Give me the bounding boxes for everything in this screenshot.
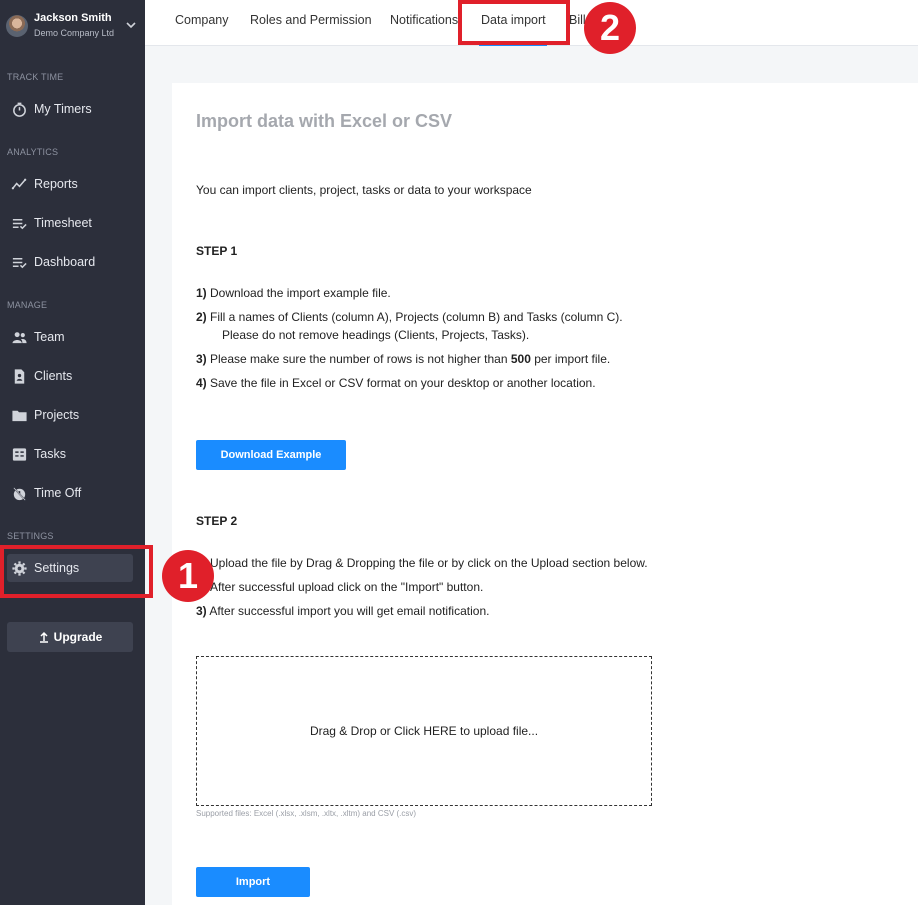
import-button[interactable]: Import [196,867,310,897]
step1-line-3: 3) Please make sure the number of rows i… [196,352,611,366]
upload-dropzone[interactable]: Drag & Drop or Click HERE to upload file… [196,656,652,806]
user-name: Jackson Smith [34,12,112,24]
section-manage: MANAGE [7,300,48,310]
download-example-button[interactable]: Download Example [196,440,346,470]
sidebar-item-label: Tasks [34,447,66,461]
stopwatch-icon [13,102,26,117]
user-company: Demo Company Ltd [34,28,115,38]
annotation-marker-1: 1 [162,550,214,602]
dropzone-text: Drag & Drop or Click HERE to upload file… [309,724,539,738]
step2-line-3: 3) After successful import you will get … [196,604,490,618]
tab-company[interactable]: Company [175,13,229,27]
avatar [6,15,28,37]
page-title: Import data with Excel or CSV [196,111,453,131]
list-check-icon [12,218,27,229]
chevron-down-icon[interactable] [124,18,138,32]
sidebar-item-label: Team [34,330,65,344]
sidebar-item-label: Time Off [34,486,82,500]
sidebar-item-label: Clients [34,369,73,383]
sidebar: Jackson Smith Demo Company Ltd TRACK TIM… [0,0,145,905]
step1-line-1: 1) Download the import example file. [196,286,391,300]
sidebar-item-label: Reports [34,177,78,191]
sidebar-item-my-timers[interactable]: My Timers [7,95,133,123]
tab-roles-and-permission[interactable]: Roles and Permission [250,13,372,27]
people-icon [12,331,27,343]
contact-card-icon [14,368,25,384]
upload-arrow-icon [39,631,48,643]
section-settings: SETTINGS [7,531,54,541]
step1-line-2: 2) Fill a names of Clients (column A), P… [196,310,623,324]
section-analytics: ANALYTICS [7,147,59,157]
list-check-icon [12,257,27,268]
import-card: Import data with Excel or CSV You can im… [172,83,918,905]
sidebar-item-tasks[interactable]: Tasks [7,440,133,468]
sidebar-item-time-off[interactable]: Time Off [7,479,133,507]
sidebar-item-timesheet[interactable]: Timesheet [7,209,133,237]
sidebar-item-label: Projects [34,408,80,422]
tab-notifications[interactable]: Notifications [390,13,458,27]
upgrade-label: Upgrade [53,630,103,644]
sidebar-item-dashboard[interactable]: Dashboard [7,248,133,276]
sidebar-item-label: Dashboard [34,255,96,269]
sidebar-item-label: My Timers [34,102,92,116]
sidebar-item-label: Timesheet [34,216,92,230]
step1-line-2b: Please do not remove headings (Clients, … [222,328,530,342]
step2-line-2: After successful upload click on the "Im… [210,580,484,594]
step1-title: STEP 1 [196,244,238,258]
sidebar-item-reports[interactable]: Reports [7,170,133,198]
folder-icon [12,410,27,421]
section-track-time: TRACK TIME [7,72,64,82]
highlight-data-import-tab [458,0,570,45]
annotation-marker-2: 2 [584,2,636,54]
step1-line-4: 4) Save the file in Excel or CSV format … [196,376,596,390]
step2-line-1: Upload the file by Drag & Dropping the f… [210,556,648,570]
intro-text: You can import clients, project, tasks o… [196,183,532,197]
supported-files-note: Supported files: Excel (.xlsx, .xlsm, .x… [196,809,417,818]
trend-chart-icon [11,178,27,189]
upgrade-button[interactable]: Upgrade [7,622,133,652]
sidebar-item-projects[interactable]: Projects [7,401,133,429]
sidebar-item-team[interactable]: Team [7,323,133,351]
time-off-icon [13,486,26,501]
step2-title: STEP 2 [196,514,238,528]
highlight-settings [0,545,153,598]
user-menu[interactable]: Jackson Smith Demo Company Ltd [0,0,145,50]
sidebar-item-clients[interactable]: Clients [7,362,133,390]
task-board-icon [12,447,27,461]
